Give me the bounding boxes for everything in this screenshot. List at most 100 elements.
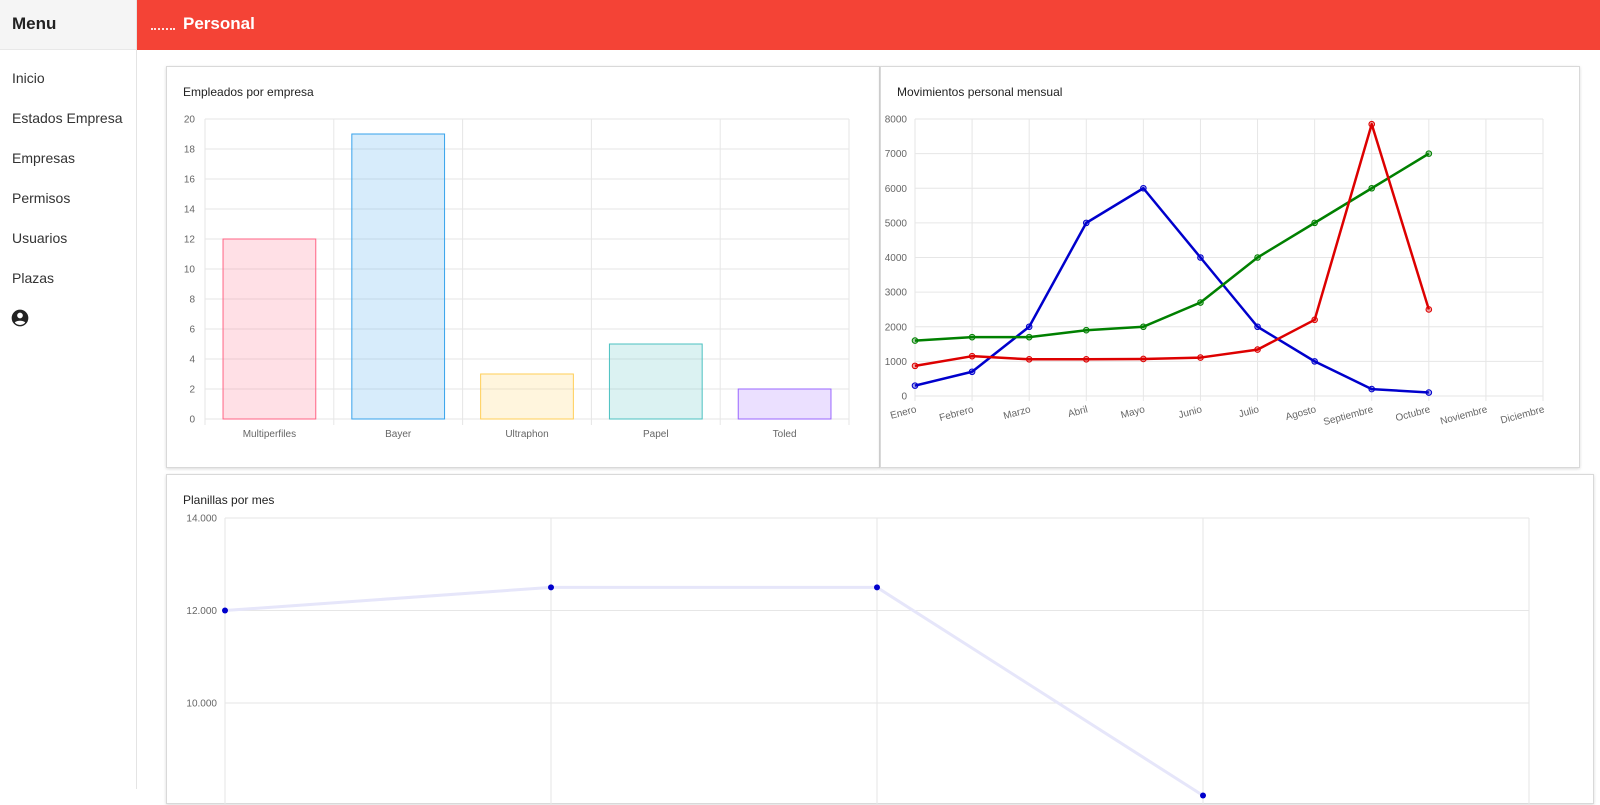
x-tick-label: Mayo	[1120, 404, 1147, 421]
x-tick-label: Bayer	[385, 429, 412, 440]
data-point	[968, 368, 976, 376]
data-point	[911, 337, 919, 344]
data-point	[1082, 355, 1090, 363]
data-point	[1025, 323, 1033, 331]
y-tick-label: 0	[189, 415, 195, 426]
account-circle-icon[interactable]	[10, 308, 30, 328]
nav-list: Inicio Estados Empresa Empresas Permisos…	[0, 50, 136, 298]
data-point	[1197, 299, 1204, 306]
data-point	[1197, 254, 1204, 261]
data-point	[1311, 358, 1318, 365]
x-tick-label: Marzo	[1002, 404, 1032, 422]
data-point	[1254, 323, 1261, 331]
data-point	[1197, 354, 1204, 361]
data-point	[1311, 316, 1318, 324]
x-tick-label: Enero	[889, 404, 918, 422]
menu-title: Menu	[0, 0, 136, 50]
sidebar-item-plazas[interactable]: Plazas	[0, 258, 136, 298]
menu-toggle-icon[interactable]	[151, 28, 175, 31]
y-tick-label: 4	[189, 355, 195, 366]
data-point	[1140, 355, 1147, 363]
y-tick-label: 2000	[885, 322, 908, 333]
x-tick-label: Diciembre	[1499, 404, 1546, 426]
data-point	[968, 352, 976, 360]
x-tick-label: Ultraphon	[505, 429, 548, 440]
sidebar-item-usuarios[interactable]: Usuarios	[0, 218, 136, 258]
data-point	[1082, 326, 1090, 334]
y-tick-label: 12.000	[186, 606, 217, 617]
bar	[351, 133, 446, 420]
data-point	[1311, 219, 1318, 227]
y-tick-label: 12	[184, 235, 196, 246]
bar	[608, 343, 703, 420]
data-point	[911, 362, 919, 370]
data-point	[1025, 355, 1033, 363]
series-line	[914, 122, 1431, 368]
y-tick-label: 5000	[885, 218, 908, 229]
bar	[222, 238, 317, 420]
data-point	[222, 607, 228, 614]
data-point	[1254, 254, 1261, 261]
data-point	[1425, 150, 1433, 157]
y-tick-label: 6000	[885, 184, 908, 195]
sidebar-item-empresas[interactable]: Empresas	[0, 138, 136, 178]
x-tick-label: Octubre	[1394, 404, 1432, 424]
y-tick-label: 10	[184, 265, 196, 276]
x-tick-label: Junio	[1177, 404, 1203, 421]
chart-card-movimientos: Movimientos personal mensual 0 1000 2000 30…	[880, 66, 1580, 468]
series-line	[914, 187, 1429, 394]
x-tick-label: Multiperfiles	[243, 429, 296, 440]
line-chart-movimientos: 0 1000 2000 3000 4000 5000 6000 7000 8000 Enero Fe…	[885, 115, 1546, 429]
x-tick-label: Julio	[1238, 404, 1261, 420]
y-tick-label: 14.000	[186, 514, 217, 525]
data-point	[1425, 306, 1433, 313]
data-point	[1425, 389, 1433, 396]
y-tick-label: 14	[184, 205, 196, 216]
series-line	[914, 152, 1430, 342]
sidebar-item-permisos[interactable]: Permisos	[0, 178, 136, 218]
y-tick-label: 8000	[885, 115, 908, 126]
page-title: Personal	[183, 14, 255, 33]
data-point	[1025, 333, 1033, 341]
y-tick-label: 1000	[885, 357, 908, 368]
y-tick-label: 4000	[885, 253, 908, 264]
data-point	[1200, 792, 1206, 799]
x-tick-label: Septiembre	[1322, 404, 1375, 428]
bar-chart-empleados: 0 2 4 6 8 10 12 14 16 18 20 Multiperfiles Bayer Ultra…	[184, 115, 850, 440]
data-point	[1368, 385, 1376, 393]
x-tick-label: Noviembre	[1439, 404, 1489, 427]
data-point	[1368, 120, 1376, 128]
y-tick-label: 2	[189, 385, 195, 396]
series-line	[224, 585, 1204, 797]
data-point	[968, 333, 976, 341]
data-point	[911, 382, 919, 389]
bar	[480, 373, 574, 420]
x-tick-label: Toled	[773, 429, 797, 440]
y-tick-label: 7000	[885, 149, 908, 160]
data-point	[1368, 184, 1376, 192]
x-tick-label: Papel	[643, 429, 669, 440]
chart-card-planillas: Planillas por mes 14.000 12.000 10.000	[166, 474, 1594, 805]
y-tick-label: 18	[184, 145, 196, 156]
sidebar-item-estados-empresa[interactable]: Estados Empresa	[0, 98, 136, 138]
data-point	[548, 584, 554, 591]
data-point	[1140, 184, 1147, 192]
line-chart-planillas: 14.000 12.000 10.000	[186, 514, 1530, 805]
y-tick-label: 20	[184, 115, 196, 126]
y-tick-label: 16	[184, 175, 196, 186]
y-tick-label: 0	[901, 392, 907, 403]
x-tick-label: Abril	[1067, 404, 1089, 420]
sidebar-item-inicio[interactable]: Inicio	[0, 58, 136, 98]
y-tick-label: 8	[189, 295, 195, 306]
data-point	[874, 584, 880, 591]
y-tick-label: 3000	[885, 288, 908, 299]
data-point	[1082, 219, 1090, 227]
y-tick-label: 6	[189, 325, 195, 336]
y-tick-label: 10.000	[186, 699, 217, 710]
data-point	[1254, 346, 1261, 353]
top-app-bar: Personal	[137, 0, 1600, 50]
x-tick-label: Agosto	[1284, 404, 1317, 423]
data-point	[1140, 323, 1147, 331]
bar	[737, 388, 832, 420]
sidebar: Menu Inicio Estados Empresa Empresas Per…	[0, 0, 137, 789]
